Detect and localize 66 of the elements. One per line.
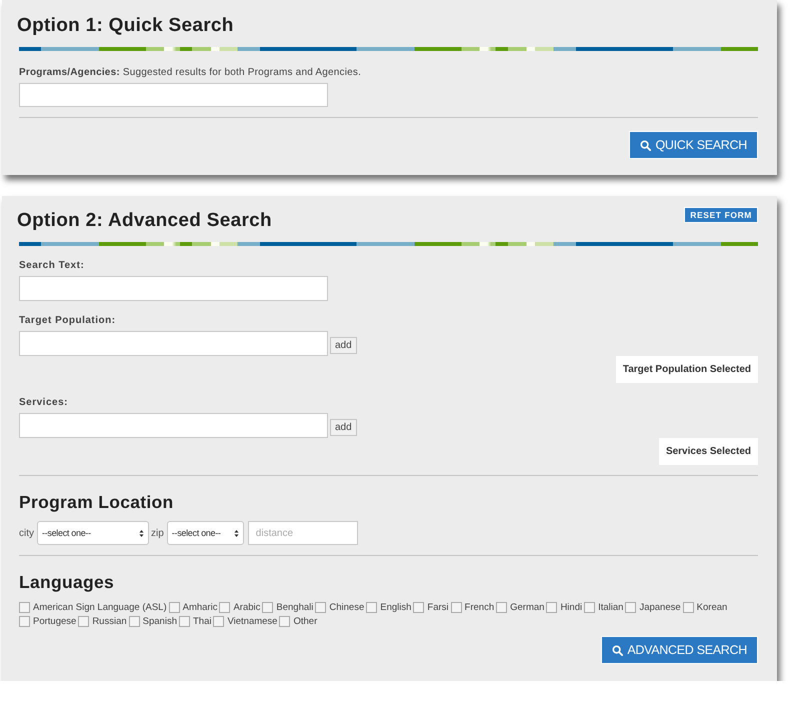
section-title: Option 1: Quick Search [17, 15, 234, 37]
dropdown[interactable]: --select one-- [166, 521, 244, 545]
section-title: Option 2: Advanced Search [17, 210, 272, 232]
field-label: Search Text: [19, 260, 86, 271]
search-icon [612, 644, 624, 656]
checkbox[interactable] [546, 602, 558, 613]
dropdown[interactable]: --select one-- [37, 521, 149, 545]
checkbox-label: Japanese [639, 602, 681, 613]
updown-arrows-icon [139, 528, 144, 538]
checkbox[interactable] [413, 602, 424, 613]
input-field[interactable] [19, 331, 328, 356]
checkbox-label: Chinese [329, 602, 364, 613]
input-field[interactable] [19, 276, 328, 301]
checkbox[interactable] [625, 602, 636, 613]
checkbox-label: Italian [598, 602, 624, 613]
search-icon [640, 140, 652, 150]
checkbox-label: American Sign Language (ASL) [33, 602, 167, 613]
checkbox[interactable] [19, 602, 30, 613]
checkbox-label: Portugese [33, 616, 76, 627]
search-button[interactable]: QUICK SEARCH [629, 131, 758, 159]
checkbox[interactable] [19, 616, 30, 627]
checkbox-label: Hindi [560, 602, 582, 613]
checkbox-label: Farsi [427, 602, 449, 613]
checkbox-label: Russian [92, 616, 127, 627]
checkbox-label: Amharic [182, 602, 218, 613]
checkbox[interactable] [178, 616, 190, 627]
selection-box: Target Population Selected [616, 356, 758, 383]
checkbox[interactable] [213, 616, 224, 627]
checkbox-label: Benghali [276, 602, 314, 613]
checkbox-label: Other [293, 616, 318, 627]
checkbox[interactable] [496, 602, 508, 613]
checkbox[interactable] [584, 602, 596, 613]
add-button[interactable]: add [330, 418, 357, 436]
field-label: zip [151, 528, 164, 538]
field-label: Target Population: [19, 315, 117, 326]
checkbox[interactable] [168, 602, 180, 613]
checkbox[interactable] [262, 602, 274, 613]
checkbox-label: Thai [192, 616, 212, 627]
updown-arrows-icon [234, 528, 239, 538]
checkbox[interactable] [315, 602, 326, 613]
add-button[interactable]: add [330, 336, 357, 354]
distance-field[interactable]: distance [248, 521, 358, 545]
checkbox[interactable] [279, 616, 290, 627]
field-label: Programs/Agencies: Suggested results for both Programs and Agencies. [19, 67, 362, 78]
selection-box: Services Selected [658, 438, 758, 465]
checkbox-label: German [510, 602, 544, 613]
checkbox[interactable] [128, 616, 140, 627]
checkbox[interactable] [219, 602, 230, 613]
checkbox-label: Vietnamese [227, 616, 278, 627]
checkbox[interactable] [450, 602, 462, 613]
field-label: Services: [19, 397, 69, 408]
reset-button[interactable]: RESET FORM [684, 207, 758, 223]
section-heading: Languages [19, 572, 116, 593]
checkbox-label: Korean [696, 602, 728, 613]
checkbox-label: Arabic [233, 602, 260, 613]
search-button[interactable]: ADVANCED SEARCH [601, 636, 758, 664]
checkbox[interactable] [78, 616, 90, 627]
section-heading: Program Location [19, 492, 175, 513]
checkbox-label: English [380, 602, 412, 613]
checkbox-label: Spanish [142, 616, 177, 627]
checkbox[interactable] [682, 602, 694, 613]
field-label: city [19, 528, 34, 538]
input-field[interactable] [19, 413, 328, 438]
checkbox-label: French [464, 602, 494, 613]
search-field[interactable] [19, 83, 328, 107]
checkbox[interactable] [366, 602, 378, 613]
